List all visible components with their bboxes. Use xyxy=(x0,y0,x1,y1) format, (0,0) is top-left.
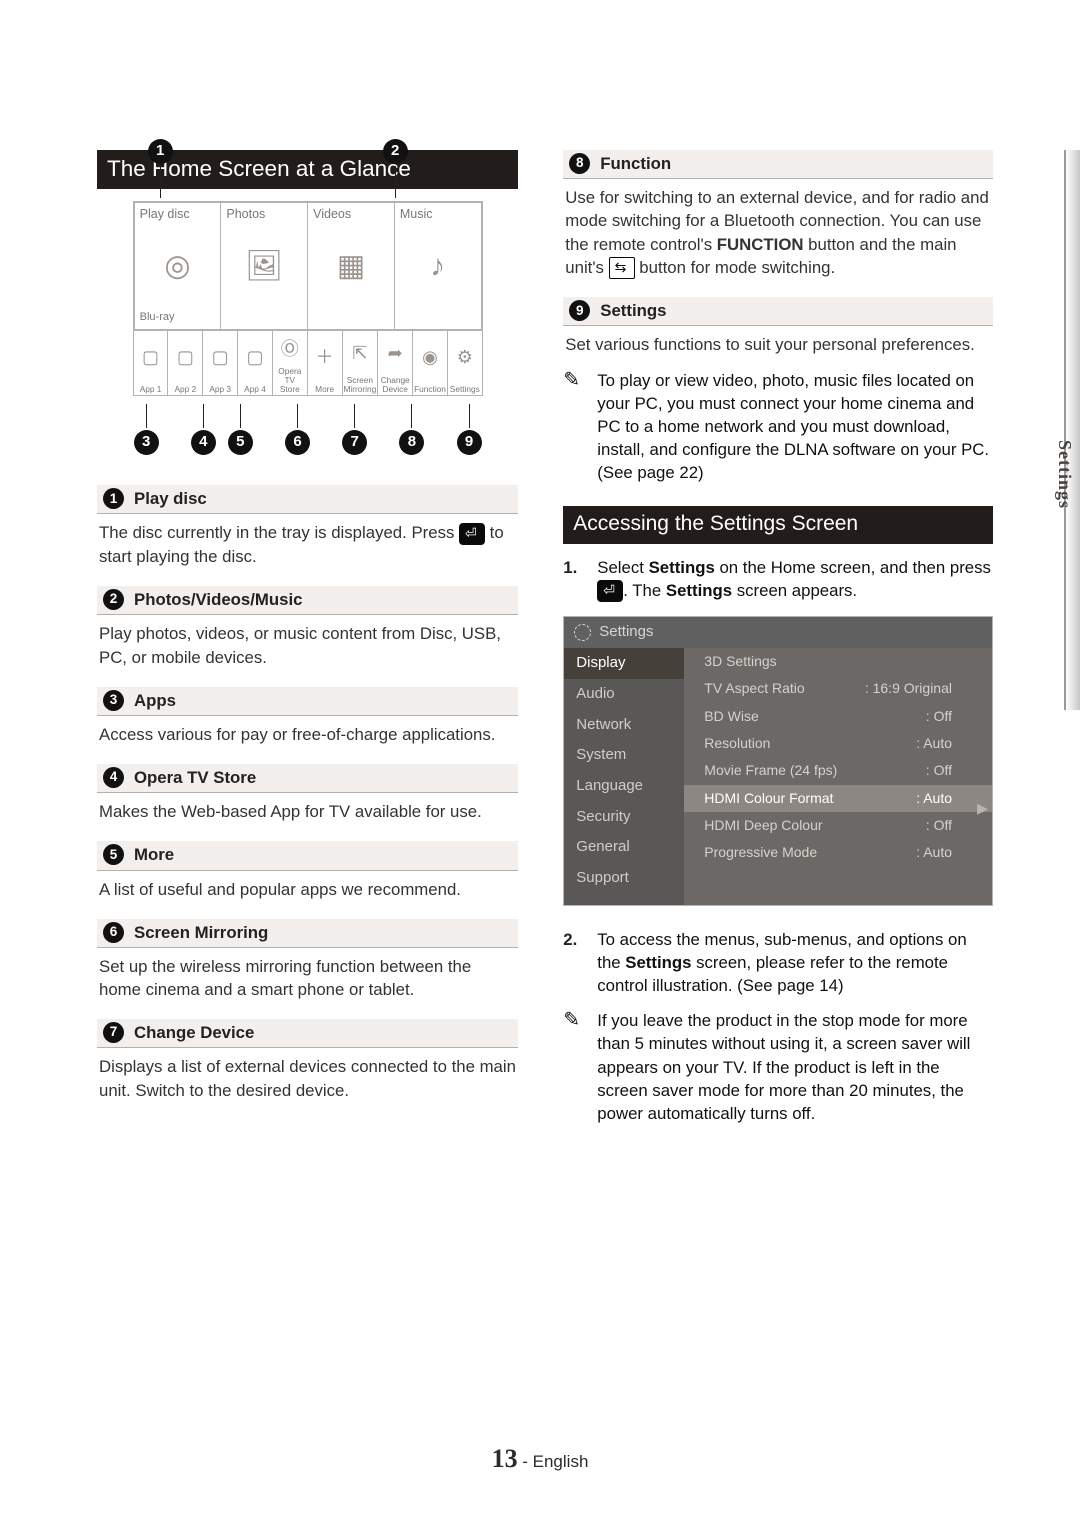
bluray-label: Blu-ray xyxy=(140,310,175,325)
opera-icon: Ⓞ xyxy=(274,333,306,365)
item-6-heading: 6Screen Mirroring xyxy=(97,919,518,948)
callout-6: 6 xyxy=(285,430,310,455)
music-icon: ♪ xyxy=(395,246,481,287)
tile-play-disc: Play disc xyxy=(140,206,190,223)
item-3-body: Access various for pay or free-of-charge… xyxy=(99,723,516,746)
item-2-heading: 2Photos/Videos/Music xyxy=(97,586,518,615)
step-1: 1. Select Settings on the Home screen, a… xyxy=(563,556,993,603)
settings-side-item: Display xyxy=(564,648,684,679)
item-1-heading: 1Play disc xyxy=(97,485,518,514)
settings-row: HDMI Colour Format: Auto xyxy=(684,785,992,812)
tile-photos: Photos xyxy=(226,206,265,223)
callout-9: 9 xyxy=(457,430,482,455)
settings-side-item: Audio xyxy=(564,679,684,710)
section-thumb-tab: Settings xyxy=(1052,440,1077,509)
callout-1: 1 xyxy=(148,139,173,164)
callout-7: 7 xyxy=(342,430,367,455)
callout-2: 2 xyxy=(383,139,408,164)
settings-row: BD Wise: Off xyxy=(684,703,992,730)
item-5-heading: 5More xyxy=(97,841,518,870)
item-6-body: Set up the wireless mirroring function b… xyxy=(99,955,516,1001)
callout-8: 8 xyxy=(399,430,424,455)
photos-icon: 🖼 xyxy=(221,246,307,287)
note-icon: ✎ xyxy=(563,1009,587,1031)
enter-icon xyxy=(459,523,485,545)
gear-icon xyxy=(574,624,591,641)
item-4-body: Makes the Web-based App for TV available… xyxy=(99,800,516,823)
app-icon: ▢ xyxy=(239,333,271,382)
item-3-heading: 3Apps xyxy=(97,687,518,716)
settings-row: Resolution: Auto xyxy=(684,730,992,757)
item-9-heading: 9Settings xyxy=(563,297,993,326)
function-icon: ◉ xyxy=(414,333,446,382)
videos-icon: ▦ xyxy=(308,246,394,287)
settings-row: Movie Frame (24 fps): Off xyxy=(684,757,992,784)
settings-row: 3D Settings xyxy=(684,648,992,675)
mirror-icon: ⇱ xyxy=(344,333,377,374)
note-icon: ✎ xyxy=(563,369,587,391)
note-dlna: ✎ To play or view video, photo, music fi… xyxy=(563,369,993,485)
settings-side-item: Language xyxy=(564,771,684,802)
settings-side-item: Network xyxy=(564,710,684,741)
callout-5: 5 xyxy=(228,430,253,455)
settings-screenshot: Settings DisplayAudioNetworkSystemLangua… xyxy=(563,616,993,905)
item-2-body: Play photos, videos, or music content fr… xyxy=(99,622,516,668)
settings-row: Progressive Mode: Auto xyxy=(684,839,992,866)
item-1-body: The disc currently in the tray is displa… xyxy=(99,521,516,568)
settings-side-item: Security xyxy=(564,802,684,833)
settings-row: HDMI Deep Colour: Off xyxy=(684,812,992,839)
disc-icon: ◎ xyxy=(135,246,221,287)
callout-3: 3 xyxy=(134,430,159,455)
enter-icon xyxy=(597,580,623,602)
settings-shot-title: Settings xyxy=(599,622,653,643)
settings-side-item: Support xyxy=(564,863,684,894)
home-screen-diagram: 1 2 Play disc ◎ xyxy=(97,201,518,455)
chevron-right-icon: ▸ xyxy=(977,793,988,823)
tile-music: Music xyxy=(400,206,433,223)
source-icon xyxy=(609,257,635,279)
app-icon: ▢ xyxy=(135,333,167,382)
more-icon: ＋ xyxy=(309,333,341,382)
settings-side-item: System xyxy=(564,740,684,771)
settings-icon: ⚙ xyxy=(449,333,481,382)
section-heading-access: Accessing the Settings Screen xyxy=(563,506,993,543)
app-icon: ▢ xyxy=(169,333,201,382)
note-screensaver: ✎ If you leave the product in the stop m… xyxy=(563,1009,993,1125)
home-apps-row: ▢App 1 ▢App 2 ▢App 3 ▢App 4 ⓄOpera TV St… xyxy=(134,330,482,395)
tile-videos: Videos xyxy=(313,206,351,223)
step-2: 2. To access the menus, sub-menus, and o… xyxy=(563,928,993,998)
item-7-heading: 7Change Device xyxy=(97,1019,518,1048)
settings-row: TV Aspect Ratio: 16:9 Original xyxy=(684,675,992,702)
app-icon: ▢ xyxy=(204,333,236,382)
item-9-body: Set various functions to suit your perso… xyxy=(565,333,991,356)
item-7-body: Displays a list of external devices conn… xyxy=(99,1055,516,1101)
page-footer: 13 - English xyxy=(0,1441,1080,1477)
item-8-body: Use for switching to an external device,… xyxy=(565,186,991,279)
item-4-heading: 4Opera TV Store xyxy=(97,764,518,793)
settings-side-item: General xyxy=(564,832,684,863)
change-device-icon: ➦ xyxy=(379,333,411,374)
item-8-heading: 8Function xyxy=(563,150,993,179)
item-5-body: A list of useful and popular apps we rec… xyxy=(99,878,516,901)
callout-4: 4 xyxy=(191,430,216,455)
